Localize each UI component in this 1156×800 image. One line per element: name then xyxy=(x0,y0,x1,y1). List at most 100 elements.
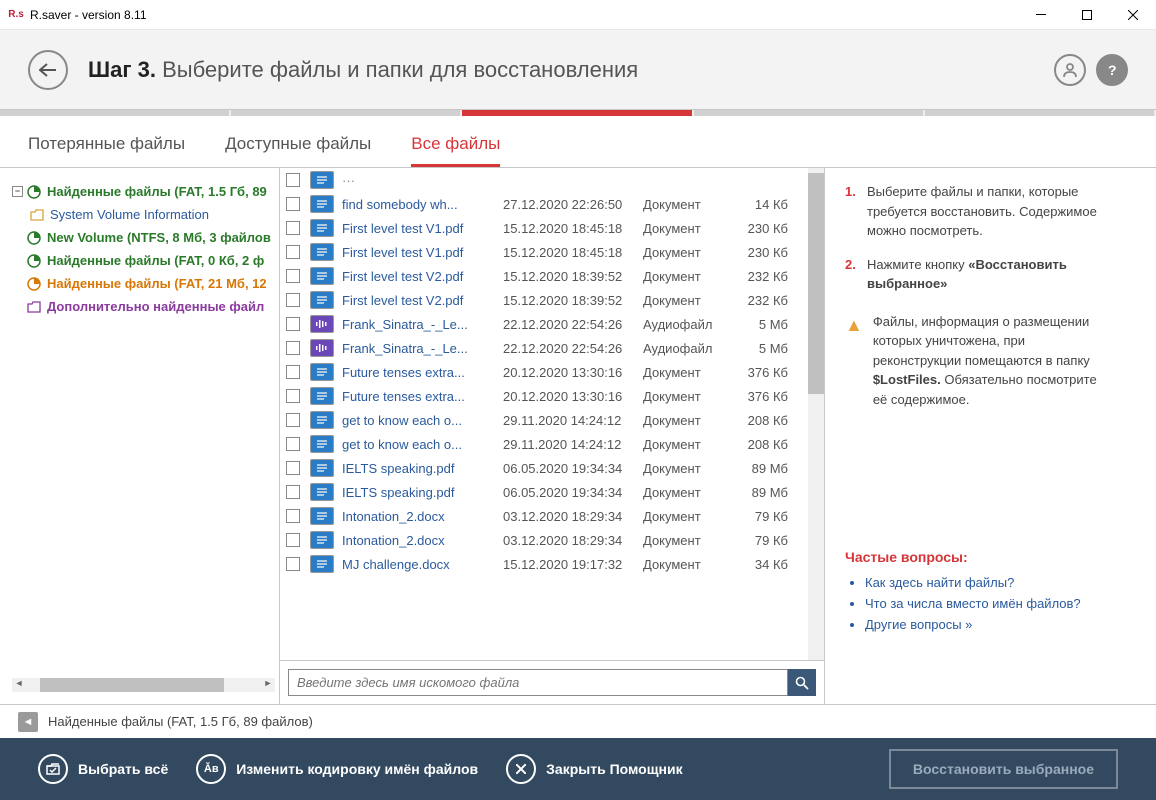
file-row[interactable]: Intonation_2.docx03.12.2020 18:29:34Доку… xyxy=(280,528,808,552)
breadcrumb-text: Найденные файлы (FAT, 1.5 Гб, 89 файлов) xyxy=(48,714,313,729)
checkbox[interactable] xyxy=(286,413,300,427)
checkbox[interactable] xyxy=(286,365,300,379)
faq-link[interactable]: Другие вопросы » xyxy=(865,617,1105,632)
minimize-button[interactable] xyxy=(1018,0,1064,30)
select-all-button[interactable]: Выбрать всё xyxy=(38,754,168,784)
file-row[interactable]: MJ challenge.docx15.12.2020 19:17:32Доку… xyxy=(280,552,808,576)
doc-icon xyxy=(310,555,334,573)
file-date: 22.12.2020 22:54:26 xyxy=(503,341,643,356)
checkbox[interactable] xyxy=(286,461,300,475)
faq-link[interactable]: Что за числа вместо имён файлов? xyxy=(865,596,1105,611)
file-type: Документ xyxy=(643,197,733,212)
file-name: First level test V1.pdf xyxy=(342,245,497,260)
file-date: 03.12.2020 18:29:34 xyxy=(503,533,643,548)
file-size: 232 Кб xyxy=(733,269,788,284)
scrollbar-horizontal[interactable]: ◄► xyxy=(12,678,275,692)
file-row[interactable]: Future tenses extra...20.12.2020 13:30:1… xyxy=(280,360,808,384)
checkbox[interactable] xyxy=(286,173,300,187)
file-type: Документ xyxy=(643,509,733,524)
warning-box: ▲ Файлы, информация о размещении которых… xyxy=(845,312,1105,410)
file-row[interactable]: ··· xyxy=(280,168,808,192)
file-row[interactable]: Frank_Sinatra_-_Le...22.12.2020 22:54:26… xyxy=(280,336,808,360)
checkbox[interactable] xyxy=(286,509,300,523)
file-type: Документ xyxy=(643,461,733,476)
tree-item[interactable]: System Volume Information xyxy=(12,203,275,226)
search-input[interactable] xyxy=(288,669,788,696)
scrollbar-vertical[interactable] xyxy=(808,168,824,660)
file-row[interactable]: First level test V1.pdf15.12.2020 18:45:… xyxy=(280,240,808,264)
doc-icon xyxy=(310,531,334,549)
close-button[interactable] xyxy=(1110,0,1156,30)
tab-available[interactable]: Доступные файлы xyxy=(225,134,371,167)
tree-item[interactable]: −Найденные файлы (FAT, 1.5 Гб, 89 xyxy=(12,180,275,203)
file-row[interactable]: First level test V2.pdf15.12.2020 18:39:… xyxy=(280,288,808,312)
maximize-button[interactable] xyxy=(1064,0,1110,30)
file-list: ··· find somebody wh...27.12.2020 22:26:… xyxy=(280,168,825,704)
checkbox[interactable] xyxy=(286,269,300,283)
search-button[interactable] xyxy=(788,669,816,696)
file-row[interactable]: get to know each o...29.11.2020 14:24:12… xyxy=(280,432,808,456)
file-row[interactable]: First level test V2.pdf15.12.2020 18:39:… xyxy=(280,264,808,288)
breadcrumb-back[interactable]: ◄ xyxy=(18,712,38,732)
tree-toggle[interactable]: − xyxy=(12,186,23,197)
file-row[interactable]: Intonation_2.docx03.12.2020 18:29:34Доку… xyxy=(280,504,808,528)
file-row[interactable]: IELTS speaking.pdf06.05.2020 19:34:34Док… xyxy=(280,480,808,504)
file-type: Документ xyxy=(643,533,733,548)
encoding-icon: Ăв xyxy=(196,754,226,784)
tab-lost[interactable]: Потерянные файлы xyxy=(28,134,185,167)
page-title: Шаг 3. Выберите файлы и папки для восста… xyxy=(88,57,638,83)
tree-item[interactable]: Дополнительно найденные файл xyxy=(12,295,275,318)
checkbox[interactable] xyxy=(286,533,300,547)
tree-item[interactable]: Найденные файлы (FAT, 0 Кб, 2 ф xyxy=(12,249,275,272)
tree-item[interactable]: Найденные файлы (FAT, 21 Мб, 12 xyxy=(12,272,275,295)
file-name: First level test V2.pdf xyxy=(342,293,497,308)
tree-label: Найденные файлы (FAT, 21 Мб, 12 xyxy=(47,276,267,291)
checkbox[interactable] xyxy=(286,557,300,571)
file-date: 06.05.2020 19:34:34 xyxy=(503,485,643,500)
file-name: Intonation_2.docx xyxy=(342,509,497,524)
file-type: Документ xyxy=(643,269,733,284)
file-size: 5 Мб xyxy=(733,341,788,356)
checkbox[interactable] xyxy=(286,485,300,499)
doc-icon xyxy=(310,507,334,525)
header: Шаг 3. Выберите файлы и папки для восста… xyxy=(0,30,1156,110)
checkbox[interactable] xyxy=(286,317,300,331)
file-row[interactable]: Frank_Sinatra_-_Le...22.12.2020 22:54:26… xyxy=(280,312,808,336)
doc-icon xyxy=(310,459,334,477)
back-button[interactable] xyxy=(28,50,68,90)
checkbox[interactable] xyxy=(286,293,300,307)
checkbox[interactable] xyxy=(286,221,300,235)
file-row[interactable]: find somebody wh...27.12.2020 22:26:50До… xyxy=(280,192,808,216)
faq-link[interactable]: Как здесь найти файлы? xyxy=(865,575,1105,590)
close-assistant-button[interactable]: Закрыть Помощник xyxy=(506,754,682,784)
tree-item[interactable]: New Volume (NTFS, 8 Мб, 3 файлов xyxy=(12,226,275,249)
side-panel: Выберите файлы и папки, которые требуетс… xyxy=(825,168,1125,704)
file-row[interactable]: First level test V1.pdf15.12.2020 18:45:… xyxy=(280,216,808,240)
checkbox[interactable] xyxy=(286,437,300,451)
help-icon[interactable]: ? xyxy=(1096,54,1128,86)
checkbox[interactable] xyxy=(286,341,300,355)
file-type: Документ xyxy=(643,437,733,452)
doc-icon xyxy=(310,267,334,285)
doc-icon xyxy=(310,387,334,405)
checkbox[interactable] xyxy=(286,197,300,211)
tab-all[interactable]: Все файлы xyxy=(411,134,500,167)
file-row[interactable]: Future tenses extra...20.12.2020 13:30:1… xyxy=(280,384,808,408)
file-size: 230 Кб xyxy=(733,221,788,236)
user-icon[interactable] xyxy=(1054,54,1086,86)
restore-button[interactable]: Восстановить выбранное xyxy=(889,749,1118,789)
file-date: 29.11.2020 14:24:12 xyxy=(503,413,643,428)
file-row[interactable]: IELTS speaking.pdf06.05.2020 19:34:34Док… xyxy=(280,456,808,480)
checkbox[interactable] xyxy=(286,389,300,403)
file-row[interactable]: get to know each o...29.11.2020 14:24:12… xyxy=(280,408,808,432)
faq-heading: Частые вопросы: xyxy=(845,549,1105,565)
file-type: Документ xyxy=(643,245,733,260)
encoding-button[interactable]: Ăв Изменить кодировку имён файлов xyxy=(196,754,478,784)
file-type: Документ xyxy=(643,413,733,428)
doc-icon xyxy=(310,363,334,381)
instruction-step-1: Выберите файлы и папки, которые требуетс… xyxy=(845,182,1105,241)
file-type: Документ xyxy=(643,221,733,236)
checkbox[interactable] xyxy=(286,245,300,259)
audio-icon xyxy=(310,339,334,357)
folder-tree: −Найденные файлы (FAT, 1.5 Гб, 89System … xyxy=(0,168,280,704)
